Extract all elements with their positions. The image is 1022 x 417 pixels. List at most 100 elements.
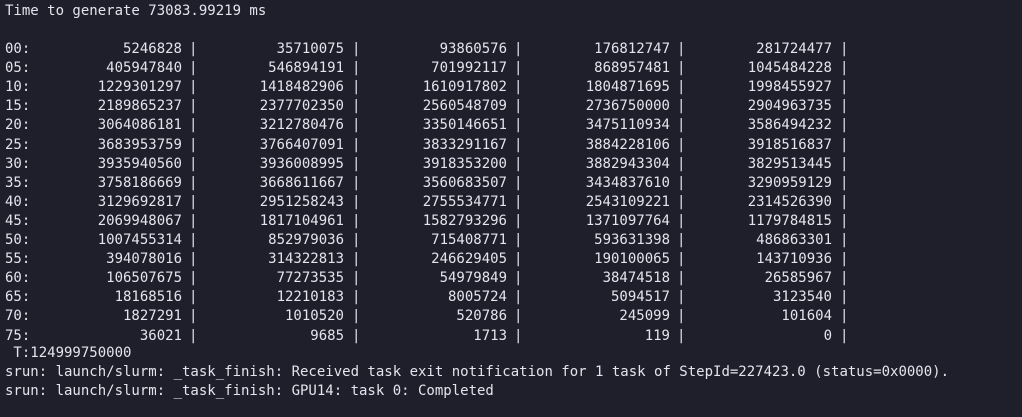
table-cell: 54979849 — [439, 270, 507, 287]
column-separator: | — [514, 308, 523, 325]
table-cell: 3766407091 — [259, 136, 344, 153]
column-separator: | — [677, 251, 686, 268]
column-separator: | — [514, 251, 523, 268]
table-cell: 868957481 — [594, 60, 670, 77]
table-cell: 1010520 — [284, 308, 344, 325]
column-separator: | — [352, 136, 361, 153]
row-index: 35: — [5, 174, 31, 191]
row-index: 55: — [5, 251, 31, 268]
table-cell: 1007455314 — [97, 232, 182, 248]
table-cell: 3829513445 — [747, 155, 832, 172]
table-cell: 1582793296 — [422, 212, 507, 229]
column-separator: | — [677, 289, 686, 306]
table-cell: 3434837610 — [585, 174, 670, 191]
column-separator: | — [189, 212, 198, 229]
column-separator: | — [189, 232, 198, 248]
column-separator: | — [677, 79, 686, 96]
column-separator: | — [677, 117, 686, 134]
table-cell: 93860576 — [439, 41, 507, 57]
table-cell: 1827291 — [122, 308, 182, 325]
terminal-window[interactable]: Time to generate 73083.99219 ms 00: 52468… — [0, 0, 1022, 417]
column-separator: | — [514, 117, 523, 134]
row-index: 65: — [5, 289, 31, 306]
table-cell: 3882943304 — [585, 155, 670, 172]
row-index: 50: — [5, 232, 31, 248]
column-separator: | — [352, 155, 361, 172]
table-cell: 852979036 — [268, 232, 344, 248]
column-separator: | — [189, 270, 198, 287]
table-cell: 593631398 — [594, 232, 670, 248]
table-cell: 3935940560 — [97, 155, 182, 172]
table-cell: 5246828 — [122, 41, 182, 57]
table-cell: 2951258243 — [259, 193, 344, 210]
row-index: 70: — [5, 308, 31, 325]
column-separator: | — [840, 155, 849, 172]
row-index: 10: — [5, 79, 31, 96]
table-cell: 12210183 — [276, 289, 344, 306]
column-separator: | — [840, 79, 849, 96]
column-separator: | — [352, 174, 361, 191]
table-cell: 143710936 — [756, 251, 832, 268]
column-separator: | — [514, 60, 523, 77]
table-cell: 1179784815 — [747, 212, 832, 229]
column-separator: | — [514, 289, 523, 306]
table-cell: 3290959129 — [747, 174, 832, 191]
table-row: 75: 36021 | 9685 | 1713 | 119 | 0 | — [5, 327, 1015, 346]
table-cell: 3064086181 — [97, 117, 182, 134]
column-separator: | — [677, 327, 686, 344]
column-separator: | — [840, 136, 849, 153]
column-separator: | — [189, 136, 198, 153]
table-cell: 281724477 — [756, 41, 832, 57]
table-cell: 1713 — [473, 327, 507, 344]
table-cell: 1229301297 — [97, 79, 182, 96]
row-index: 20: — [5, 117, 31, 134]
table-row: 20: 3064086181 | 3212780476 | 3350146651 | 3475… — [5, 116, 1015, 135]
column-separator: | — [352, 79, 361, 96]
srun-completed-line: srun: launch/slurm: _task_finish: GPU14:… — [5, 383, 494, 399]
table-cell: 176812747 — [594, 41, 670, 57]
table-cell: 38474518 — [602, 270, 670, 287]
table-cell: 1817104961 — [259, 212, 344, 229]
table-cell: 3918516837 — [747, 136, 832, 153]
table-cell: 3475110934 — [585, 117, 670, 134]
table-row: 05: 405947840 | 546894191 | 701992117 | 8689574… — [5, 59, 1015, 78]
column-separator: | — [677, 60, 686, 77]
table-cell: 314322813 — [268, 251, 344, 268]
row-index: 00: — [5, 41, 31, 57]
column-separator: | — [514, 212, 523, 229]
column-separator: | — [677, 193, 686, 210]
table-row: 55: 394078016 | 314322813 | 246629405 | 1901000… — [5, 250, 1015, 269]
column-separator: | — [514, 174, 523, 191]
row-index: 45: — [5, 212, 31, 229]
column-separator: | — [677, 308, 686, 325]
row-index: 15: — [5, 98, 31, 115]
table-cell: 2314526390 — [747, 193, 832, 210]
table-cell: 3212780476 — [259, 117, 344, 134]
row-index: 05: — [5, 60, 31, 77]
column-separator: | — [189, 155, 198, 172]
table-row: 00: 5246828 | 35710075 | 93860576 | 176812747 | 2… — [5, 40, 1015, 59]
column-separator: | — [189, 251, 198, 268]
table-cell: 106507675 — [106, 270, 182, 287]
total-line: T:124999750000 — [5, 345, 132, 361]
column-separator: | — [840, 308, 849, 325]
table-cell: 1418482906 — [259, 79, 344, 96]
column-separator: | — [514, 41, 523, 57]
table-cell: 546894191 — [268, 60, 344, 77]
column-separator: | — [352, 327, 361, 344]
table-cell: 3936008995 — [259, 155, 344, 172]
table-cell: 394078016 — [106, 251, 182, 268]
column-separator: | — [840, 212, 849, 229]
table-cell: 2755534771 — [422, 193, 507, 210]
column-separator: | — [840, 232, 849, 248]
column-separator: | — [677, 270, 686, 287]
table-row: 40: 3129692817 | 2951258243 | 2755534771 | 2543… — [5, 193, 1015, 212]
column-separator: | — [840, 117, 849, 134]
row-index: 60: — [5, 270, 31, 287]
table-cell: 1804871695 — [585, 79, 670, 96]
column-separator: | — [352, 117, 361, 134]
table-row: 70: 1827291 | 1010520 | 520786 | 245099 | 101604 | — [5, 307, 1015, 326]
table-cell: 3129692817 — [97, 193, 182, 210]
column-separator: | — [840, 98, 849, 115]
column-separator: | — [840, 60, 849, 77]
